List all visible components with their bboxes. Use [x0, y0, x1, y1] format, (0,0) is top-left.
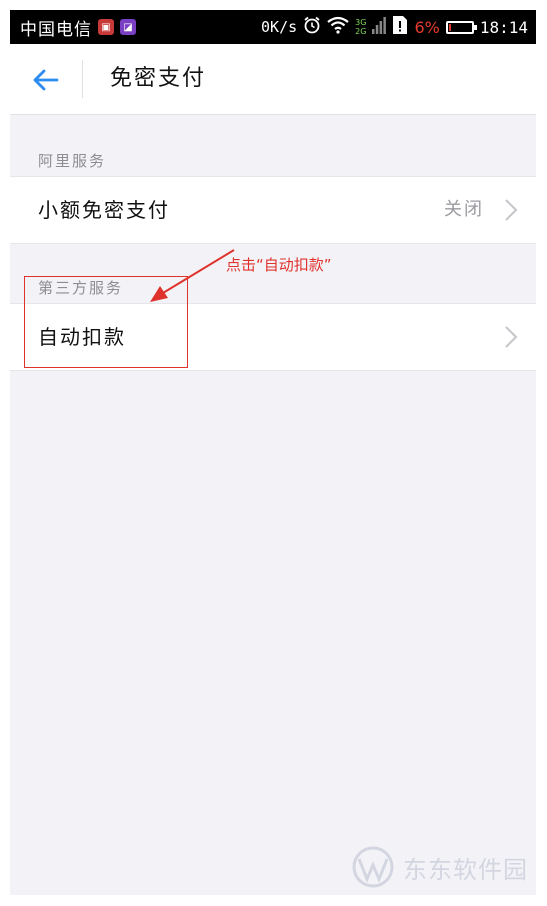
row-small-free-pay[interactable]: 小额免密支付 关闭 [10, 176, 536, 244]
watermark-text: 东东软件园 [403, 855, 528, 884]
watermark-logo-icon [352, 846, 394, 888]
watermark: 东东软件园 [349, 845, 528, 889]
status-left: 中国电信 ▣ ◪ [20, 10, 136, 44]
signal-bars-icon [372, 16, 387, 38]
carrier-name: 中国电信 [20, 19, 92, 40]
network-2g: 2G [355, 27, 367, 36]
battery-percent: 6% [414, 17, 440, 37]
net-speed: 0K/s [261, 18, 298, 36]
row-value-status: 关闭 [444, 199, 484, 220]
back-button[interactable] [24, 58, 68, 102]
annotation-arrow-icon [150, 249, 235, 302]
app-notification-icon-2: ◪ [120, 19, 136, 35]
app-frame: 中国电信 ▣ ◪ 0K/s 3G 2G 6% 18:14 免密支付 阿里服务 小… [10, 10, 536, 895]
battery-fill [448, 23, 451, 31]
wifi-icon [327, 16, 349, 38]
battery-icon [445, 20, 477, 34]
arrow-left-icon [33, 69, 59, 91]
app-notification-icon: ▣ [98, 19, 114, 35]
header-divider [82, 60, 83, 98]
status-bar: 中国电信 ▣ ◪ 0K/s 3G 2G 6% 18:14 [10, 10, 536, 44]
nav-header: 免密支付 [10, 44, 536, 115]
alarm-icon [303, 16, 321, 38]
page-title: 免密支付 [110, 66, 207, 91]
chevron-right-icon [505, 326, 518, 348]
annotation-text: 点击“自动扣款” [226, 256, 332, 274]
clock-time: 18:14 [479, 17, 528, 37]
status-right: 0K/s 3G 2G 6% 18:14 [261, 10, 528, 44]
network-3g: 3G [355, 18, 367, 27]
network-type: 3G 2G [355, 18, 366, 36]
row-label: 小额免密支付 [38, 198, 170, 222]
chevron-right-icon [505, 199, 518, 221]
sim-alert-icon [392, 15, 408, 39]
section-label-ali: 阿里服务 [38, 152, 107, 170]
